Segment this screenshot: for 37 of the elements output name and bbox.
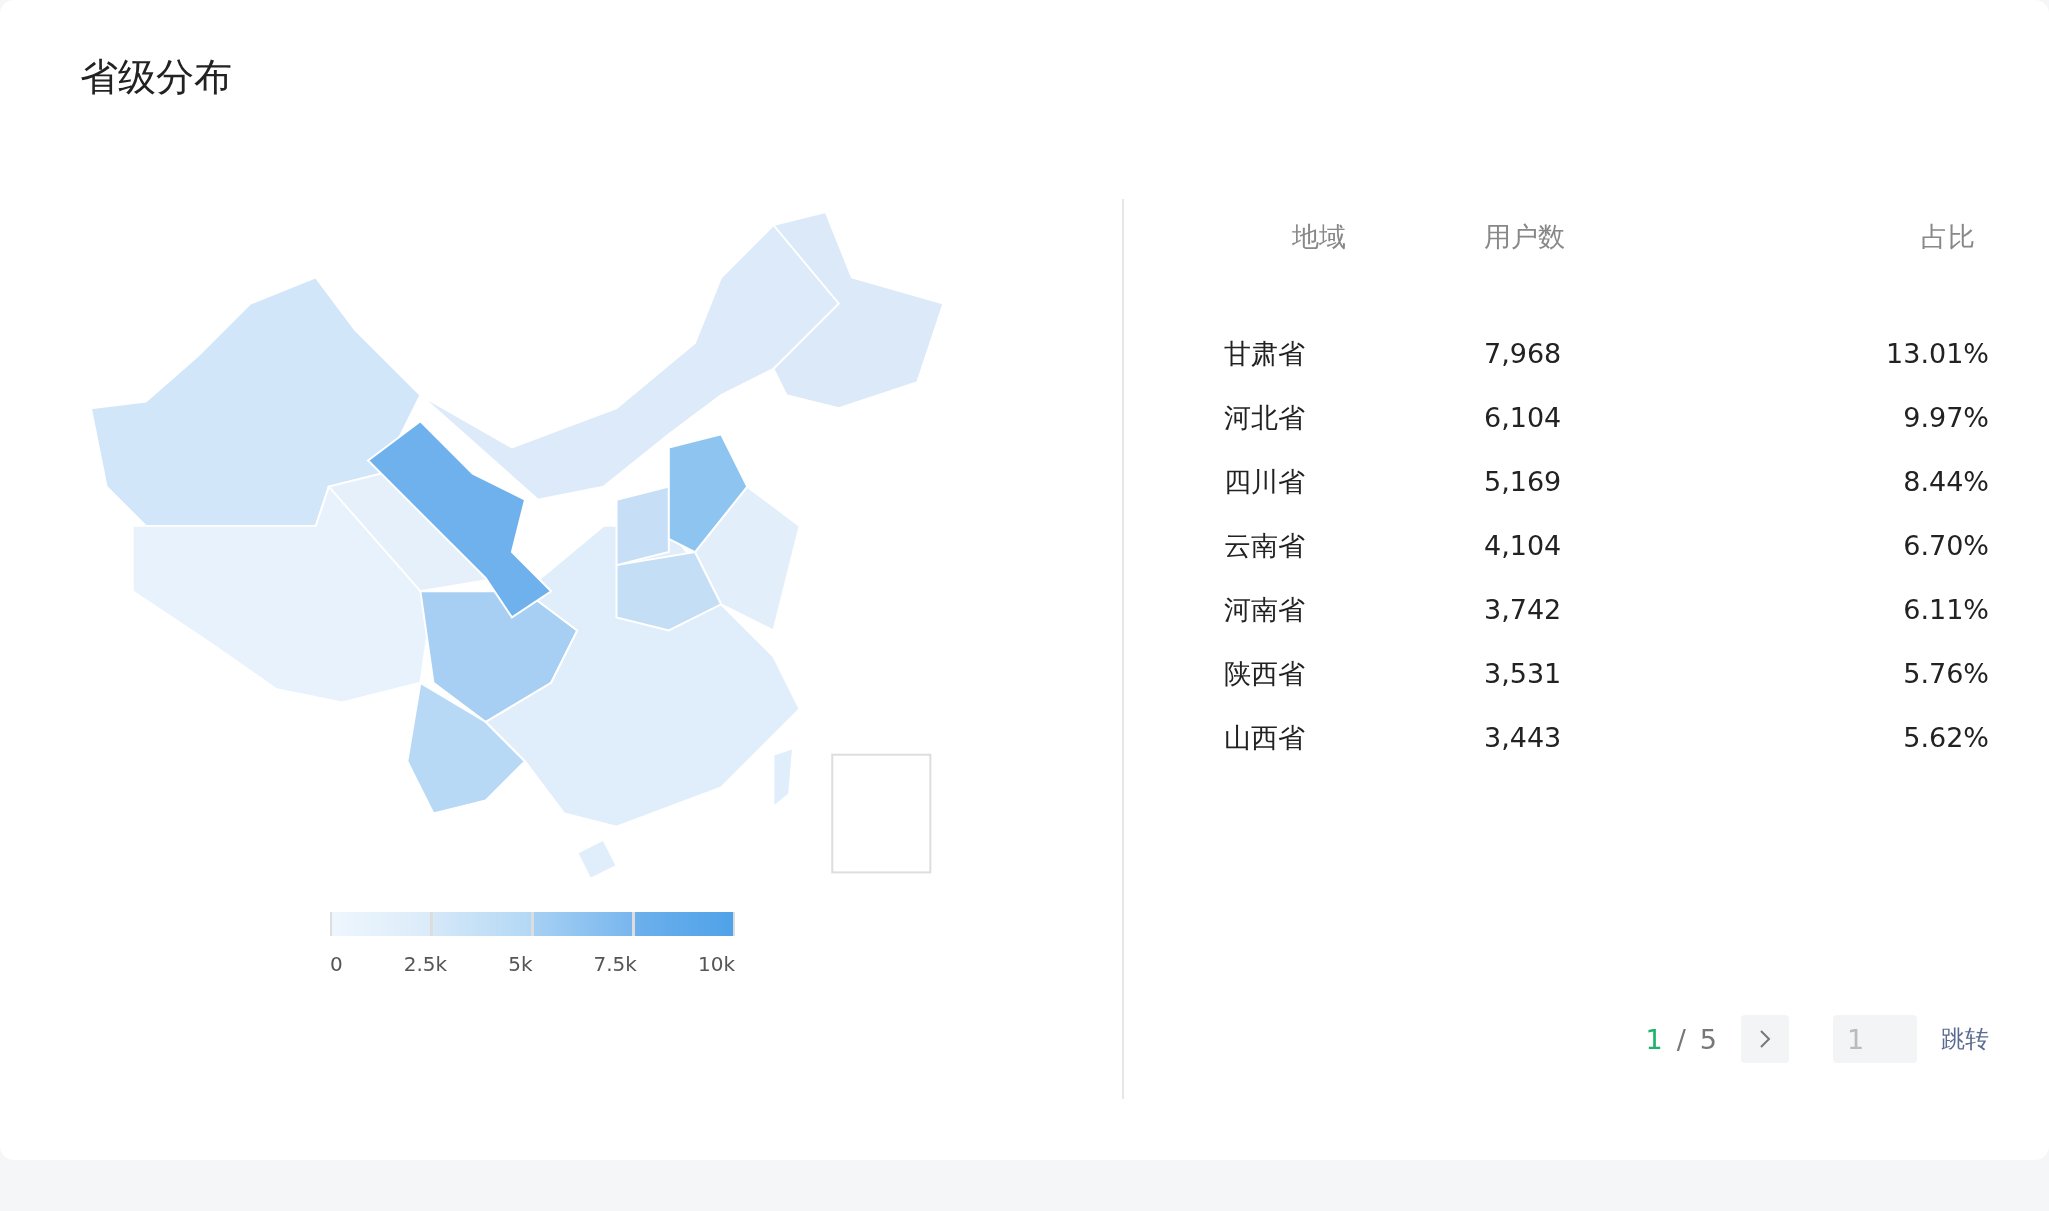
table-cell-text: 四川省 xyxy=(1224,465,1306,499)
table-cell-text: 7,968 xyxy=(1484,337,1563,371)
table-cell-text: 河北省 xyxy=(1224,401,1306,435)
scale-label: 0 xyxy=(330,952,343,976)
table-cell-text: 13.01% xyxy=(1885,337,1989,371)
page-separator: / xyxy=(1676,1023,1686,1055)
column-header: 地域 xyxy=(1291,220,1347,254)
table-cell-text: 4,104 xyxy=(1484,529,1563,563)
table-cell-text: 3,443 xyxy=(1484,721,1563,755)
column-header: 占比 xyxy=(1920,220,1976,254)
table-cell-text: 5.76% xyxy=(1902,657,1989,691)
table-cell-text: 5.62% xyxy=(1902,721,1989,755)
table-cell-text: 3,531 xyxy=(1484,657,1563,691)
table-cell-text: 3,742 xyxy=(1484,593,1563,627)
scale-label: 7.5k xyxy=(593,952,637,976)
section-title: 省级分布 xyxy=(80,54,233,101)
table-cell-text: 云南省 xyxy=(1224,529,1306,563)
table-cell-text: 山西省 xyxy=(1224,721,1306,755)
table-cell-text: 9.97% xyxy=(1902,401,1989,435)
scale-label: 2.5k xyxy=(403,952,448,976)
table-cell-text: 河南省 xyxy=(1224,593,1306,627)
table-cell-text: 8.44% xyxy=(1902,465,1989,499)
table-cell-text: 6.11% xyxy=(1902,593,1989,627)
jump-link[interactable]: 跳转 xyxy=(1941,1023,1989,1055)
total-pages: 5 xyxy=(1699,1023,1717,1055)
page-input-field[interactable]: 1 xyxy=(1833,1015,1917,1063)
scale-label: 10k xyxy=(697,952,735,976)
table-cell-text: 陕西省 xyxy=(1224,657,1306,691)
table-cell-text: 6.70% xyxy=(1902,529,1989,563)
table-cell-text: 6,104 xyxy=(1484,401,1563,435)
scale-label: 5k xyxy=(508,952,533,976)
table-cell-text: 5,169 xyxy=(1484,465,1563,499)
table-cell-text: 甘肃省 xyxy=(1224,337,1306,371)
chevron-right-icon xyxy=(1759,1029,1771,1049)
next-page-button[interactable] xyxy=(1741,1015,1789,1063)
column-header: 用户数 xyxy=(1484,220,1566,254)
current-page: 1 xyxy=(1645,1023,1663,1055)
